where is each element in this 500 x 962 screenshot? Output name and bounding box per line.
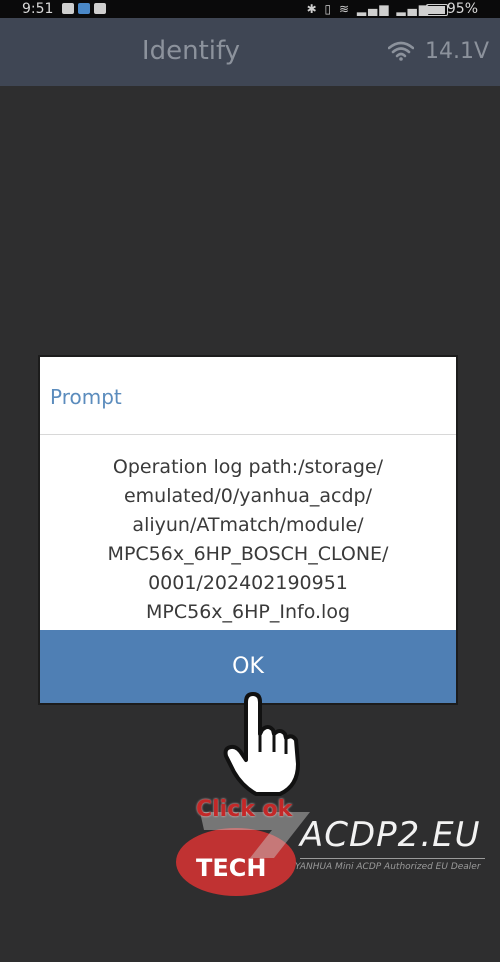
dialog-message: Operation log path:/storage/ emulated/0/… (40, 453, 456, 627)
video-icon (62, 3, 74, 14)
page-title: Identify (141, 36, 241, 66)
message-line: MPC56x_6HP_BOSCH_CLONE/ (107, 543, 389, 565)
status-bar: 9:51 ✱ ▯ ≋ ▂▄▆ ▂▄▆ 95% (0, 0, 500, 18)
battery-level: 95% (446, 1, 478, 17)
battery-icon (426, 4, 448, 16)
signal-icons: ✱ ▯ ≋ ▂▄▆ ▂▄▆ (306, 2, 430, 16)
watermark-site: ACDP2.EU (300, 815, 481, 855)
logo-text: TECH (196, 854, 266, 882)
message-line: aliyun/ATmatch/module/ (132, 514, 364, 536)
notification-icons (62, 3, 106, 14)
dialog-divider (40, 434, 456, 435)
status-time: 9:51 (22, 1, 54, 17)
message-line: 0001/202402190951 (148, 572, 348, 594)
app-header: Identify 14.1V (0, 18, 500, 86)
message-line: emulated/0/yanhua_acdp/ (123, 485, 373, 507)
message-line: MPC56x_6HP_Info.log (146, 601, 350, 623)
hand-pointer-icon (223, 692, 300, 796)
battery-voltage: 14.1V (425, 39, 490, 64)
message-line: Operation log path:/storage/ (112, 456, 384, 478)
click-caption: Click ok (196, 797, 293, 822)
gallery-icon (78, 3, 90, 14)
watermark-tagline: YANHUA Mini ACDP Authorized EU Dealer (295, 862, 481, 872)
watermark-divider (300, 858, 485, 859)
dialog-body: Prompt Operation log path:/storage/ emul… (40, 357, 456, 703)
prompt-dialog: Prompt Operation log path:/storage/ emul… (38, 355, 458, 705)
wifi-icon (388, 41, 414, 61)
dialog-title: Prompt (50, 385, 122, 409)
sim-icon (94, 3, 106, 14)
